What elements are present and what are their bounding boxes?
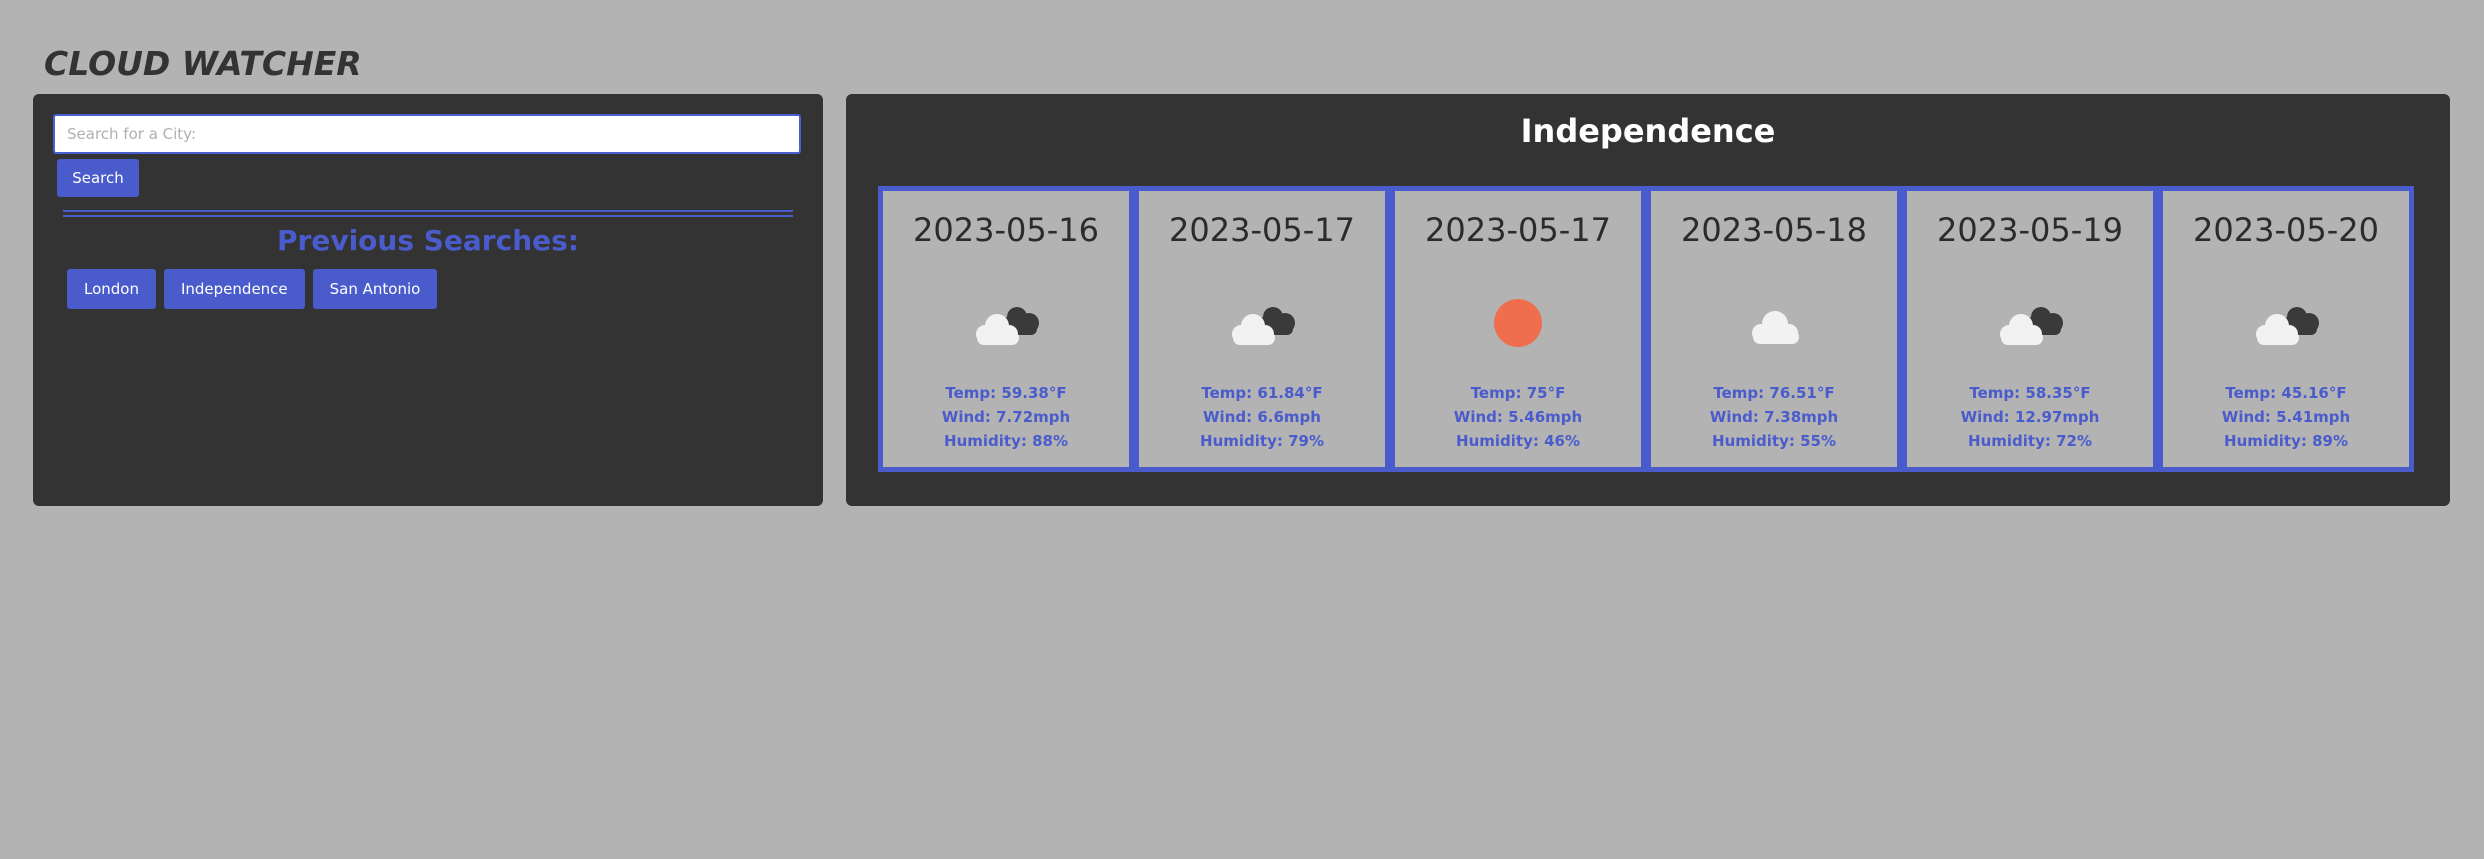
humidity: Humidity: 55%: [1712, 432, 1836, 450]
scattered-clouds-icon: [1232, 307, 1295, 345]
forecast-stats: Temp: 59.38°F Wind: 7.72mph Humidity: 88…: [883, 381, 1129, 453]
few-clouds-icon: [1752, 311, 1799, 344]
history-button-independence[interactable]: Independence: [163, 269, 305, 309]
forecast-date: 2023-05-16: [913, 211, 1099, 249]
forecast-date: 2023-05-17: [1169, 211, 1355, 249]
forecast-stats: Temp: 75°F Wind: 5.46mph Humidity: 46%: [1395, 381, 1641, 453]
humidity: Humidity: 88%: [944, 432, 1068, 450]
scattered-clouds-icon: [2256, 307, 2319, 345]
city-name: Independence: [1520, 112, 1776, 150]
forecast-date: 2023-05-17: [1425, 211, 1611, 249]
temperature: Temp: 76.51°F: [1713, 384, 1835, 402]
humidity: Humidity: 79%: [1200, 432, 1324, 450]
humidity: Humidity: 72%: [1968, 432, 2092, 450]
wind-speed: Wind: 7.72mph: [941, 408, 1071, 426]
humidity: Humidity: 46%: [1456, 432, 1580, 450]
forecast-card: 2023-05-20 Temp: 45.16°F Wind: 5.41mph H…: [2158, 186, 2414, 472]
scattered-clouds-icon: [2000, 307, 2063, 345]
forecast-date: 2023-05-18: [1681, 211, 1867, 249]
temperature: Temp: 61.84°F: [1201, 384, 1323, 402]
clear-sky-sun-icon: [1494, 299, 1542, 347]
forecast-card: 2023-05-18 Temp: 76.51°F Wind: 7.38mph H…: [1646, 186, 1902, 472]
wind-speed: Wind: 5.46mph: [1453, 408, 1583, 426]
app-title: CLOUD WATCHER: [44, 44, 362, 83]
forecast-card: 2023-05-19 Temp: 58.35°F Wind: 12.97mph …: [1902, 186, 2158, 472]
forecast-panel: Independence 2023-05-16 Temp: 59.38°F Wi…: [846, 94, 2450, 506]
search-input[interactable]: [53, 114, 801, 154]
forecast-stats: Temp: 58.35°F Wind: 12.97mph Humidity: 7…: [1907, 381, 2153, 453]
humidity: Humidity: 89%: [2224, 432, 2348, 450]
history-button-london[interactable]: London: [67, 269, 156, 309]
forecast-stats: Temp: 61.84°F Wind: 6.6mph Humidity: 79%: [1139, 381, 1385, 453]
forecast-card: 2023-05-16 Temp: 59.38°F Wind: 7.72mph H…: [878, 186, 1134, 472]
forecast-card: 2023-05-17 Temp: 75°F Wind: 5.46mph Humi…: [1390, 186, 1646, 472]
forecast-cards: 2023-05-16 Temp: 59.38°F Wind: 7.72mph H…: [878, 186, 2414, 472]
forecast-stats: Temp: 45.16°F Wind: 5.41mph Humidity: 89…: [2163, 381, 2409, 453]
history-button-san-antonio[interactable]: San Antonio: [312, 269, 438, 309]
wind-speed: Wind: 7.38mph: [1709, 408, 1839, 426]
search-history-list: London Independence San Antonio: [67, 269, 438, 309]
temperature: Temp: 75°F: [1470, 384, 1566, 402]
forecast-stats: Temp: 76.51°F Wind: 7.38mph Humidity: 55…: [1651, 381, 1897, 453]
forecast-card: 2023-05-17 Temp: 61.84°F Wind: 6.6mph Hu…: [1134, 186, 1390, 472]
wind-speed: Wind: 5.41mph: [2221, 408, 2351, 426]
search-button[interactable]: Search: [57, 159, 139, 197]
divider: [63, 210, 793, 217]
temperature: Temp: 45.16°F: [2225, 384, 2347, 402]
search-panel: Search Previous Searches: London Indepen…: [33, 94, 823, 506]
forecast-date: 2023-05-19: [1937, 211, 2123, 249]
previous-searches-heading: Previous Searches:: [277, 224, 579, 257]
forecast-date: 2023-05-20: [2193, 211, 2379, 249]
temperature: Temp: 59.38°F: [945, 384, 1067, 402]
temperature: Temp: 58.35°F: [1969, 384, 2091, 402]
wind-speed: Wind: 6.6mph: [1203, 408, 1321, 426]
scattered-clouds-icon: [976, 307, 1039, 345]
wind-speed: Wind: 12.97mph: [1960, 408, 2100, 426]
